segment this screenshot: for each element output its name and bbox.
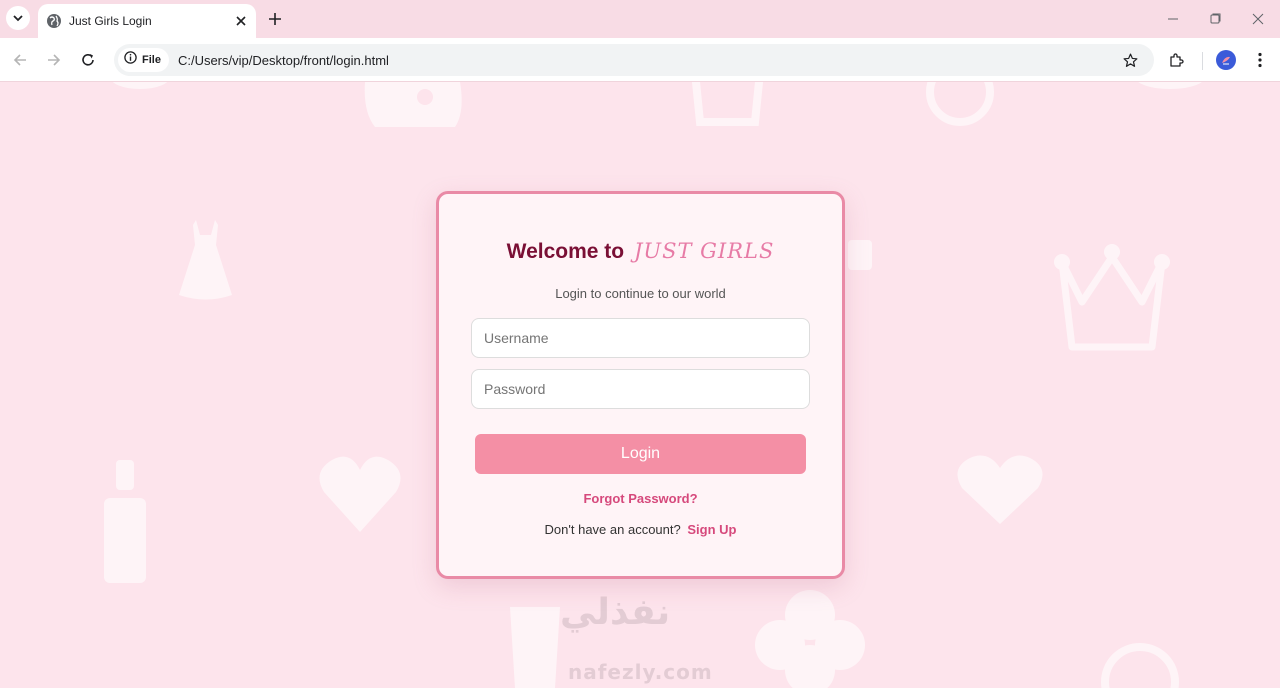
watermark-latin: nafezly.com [568,660,713,684]
ring-icon [926,82,994,126]
login-subtitle: Login to continue to our world [555,286,726,301]
heart-icon [319,456,401,532]
restore-icon[interactable] [1204,8,1226,30]
page-title: Welcome to JUST GIRLS [439,239,842,264]
dress-icon [179,220,232,300]
crown-icon [1054,244,1170,351]
watermark-arabic: نفذلي [560,592,671,633]
bottle-icon [848,240,872,270]
frame-icon [691,82,764,126]
profile-icon[interactable] [1216,50,1236,70]
cloud-icon [112,82,168,89]
login-card: Welcome to JUST GIRLS Login to continue … [436,191,845,579]
flower-icon [755,590,865,688]
browser-toolbar: File C:/Users/vip/Desktop/front/login.ht… [0,38,1280,82]
back-arrow-icon[interactable] [8,48,32,72]
tab-search-icon[interactable] [6,6,30,30]
welcome-text: Welcome to [506,240,625,263]
minimize-icon[interactable] [1162,8,1184,30]
plus-icon[interactable] [264,8,286,30]
close-icon[interactable] [232,12,250,30]
site-info-chip[interactable]: File [118,48,169,72]
toolbar-divider [1202,52,1203,70]
browser-tab[interactable]: Just Girls Login [38,4,256,38]
signup-link[interactable]: Sign Up [687,522,736,537]
globe-icon [46,13,62,29]
reload-icon[interactable] [76,48,100,72]
bow-icon [1138,82,1202,89]
no-account-text: Don't have an account? [544,522,681,537]
heart-icon [957,455,1043,524]
lipstick-icon [104,460,146,583]
star-icon[interactable] [1120,50,1140,70]
username-input[interactable] [471,318,810,358]
tab-title: Just Girls Login [69,14,152,28]
window-close-icon[interactable] [1247,8,1269,30]
forward-arrow-icon[interactable] [42,48,66,72]
forgot-password-link[interactable]: Forgot Password? [439,491,842,506]
brand-name: JUST GIRLS [633,239,775,263]
kebab-menu-icon[interactable] [1250,48,1270,72]
info-icon [124,51,137,69]
tab-strip: Just Girls Login [0,0,1280,38]
file-label: File [142,54,161,66]
url-text[interactable]: C:/Users/vip/Desktop/front/login.html [178,53,389,68]
address-bar[interactable]: File C:/Users/vip/Desktop/front/login.ht… [114,44,1154,76]
purse-icon [364,82,462,127]
extensions-icon[interactable] [1165,48,1189,72]
ring-icon [1101,643,1179,688]
page-body: نفذلي nafezly.com Welcome to JUST GIRLS … [0,82,1280,688]
password-input[interactable] [471,369,810,409]
signup-row: Don't have an account? Sign Up [439,522,842,537]
login-button[interactable]: Login [475,434,806,474]
cup-icon [510,607,560,688]
